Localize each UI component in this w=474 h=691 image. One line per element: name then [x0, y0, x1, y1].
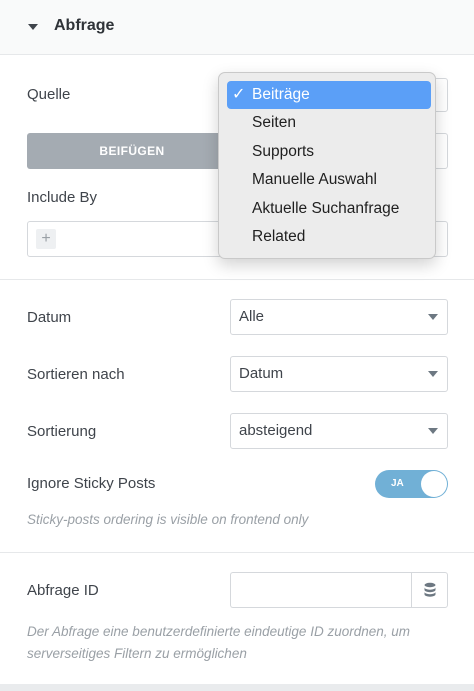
- option-label: Related: [252, 228, 306, 245]
- option-label: Supports: [252, 143, 315, 160]
- source-label: Quelle: [27, 86, 71, 103]
- dynamic-tags-button[interactable]: [411, 572, 448, 608]
- order-by-select[interactable]: Datum: [230, 356, 448, 392]
- option-label: Manuelle Auswahl: [252, 171, 377, 188]
- panel-bottom-edge: [0, 684, 474, 691]
- option-label: Aktuelle Suchanfrage: [252, 200, 400, 217]
- date-label: Datum: [27, 309, 72, 326]
- sticky-label: Ignore Sticky Posts: [27, 475, 156, 492]
- sticky-toggle[interactable]: JA: [375, 470, 448, 498]
- caret-down-icon: [28, 24, 38, 30]
- database-icon: [424, 582, 436, 597]
- dropdown-option-manuelle-auswahl[interactable]: Manuelle Auswahl: [227, 166, 431, 194]
- order-select[interactable]: absteigend: [230, 413, 448, 449]
- query-id-hint: Der Abfrage eine benutzerdefinierte eind…: [27, 624, 410, 661]
- chevron-down-icon: [428, 314, 438, 320]
- toggle-on-text: JA: [391, 478, 404, 489]
- sticky-hint: Sticky-posts ordering is visible on fron…: [27, 512, 309, 527]
- dropdown-option-aktuelle-suchanfrage[interactable]: Aktuelle Suchanfrage: [227, 195, 431, 223]
- dropdown-option-seiten[interactable]: Seiten: [227, 109, 431, 137]
- query-id-label: Abfrage ID: [27, 582, 99, 599]
- order-by-select-value: Datum: [239, 365, 284, 382]
- option-label: Seiten: [252, 114, 296, 131]
- divider: [0, 552, 474, 553]
- attach-button[interactable]: BEIFÜGEN: [27, 133, 237, 169]
- dropdown-option-supports[interactable]: Supports: [227, 138, 431, 166]
- date-select[interactable]: Alle: [230, 299, 448, 335]
- query-id-input[interactable]: [230, 572, 412, 608]
- divider: [0, 279, 474, 280]
- dropdown-option-beitraege[interactable]: ✓ Beiträge: [227, 81, 431, 109]
- chevron-down-icon: [428, 371, 438, 377]
- checkmark-icon: ✓: [232, 86, 246, 103]
- include-by-label: Include By: [27, 189, 98, 206]
- source-dropdown-menu: ✓ Beiträge Seiten Supports Manuelle Ausw…: [218, 72, 436, 259]
- dropdown-option-related[interactable]: Related: [227, 223, 431, 251]
- add-term-button[interactable]: +: [36, 229, 56, 249]
- date-select-value: Alle: [239, 308, 265, 325]
- toggle-knob: [421, 471, 447, 497]
- section-title: Abfrage: [54, 17, 115, 34]
- chevron-down-icon: [428, 428, 438, 434]
- order-label: Sortierung: [27, 423, 97, 440]
- option-label: Beiträge: [252, 86, 310, 103]
- order-by-label: Sortieren nach: [27, 366, 125, 383]
- order-select-value: absteigend: [239, 422, 313, 439]
